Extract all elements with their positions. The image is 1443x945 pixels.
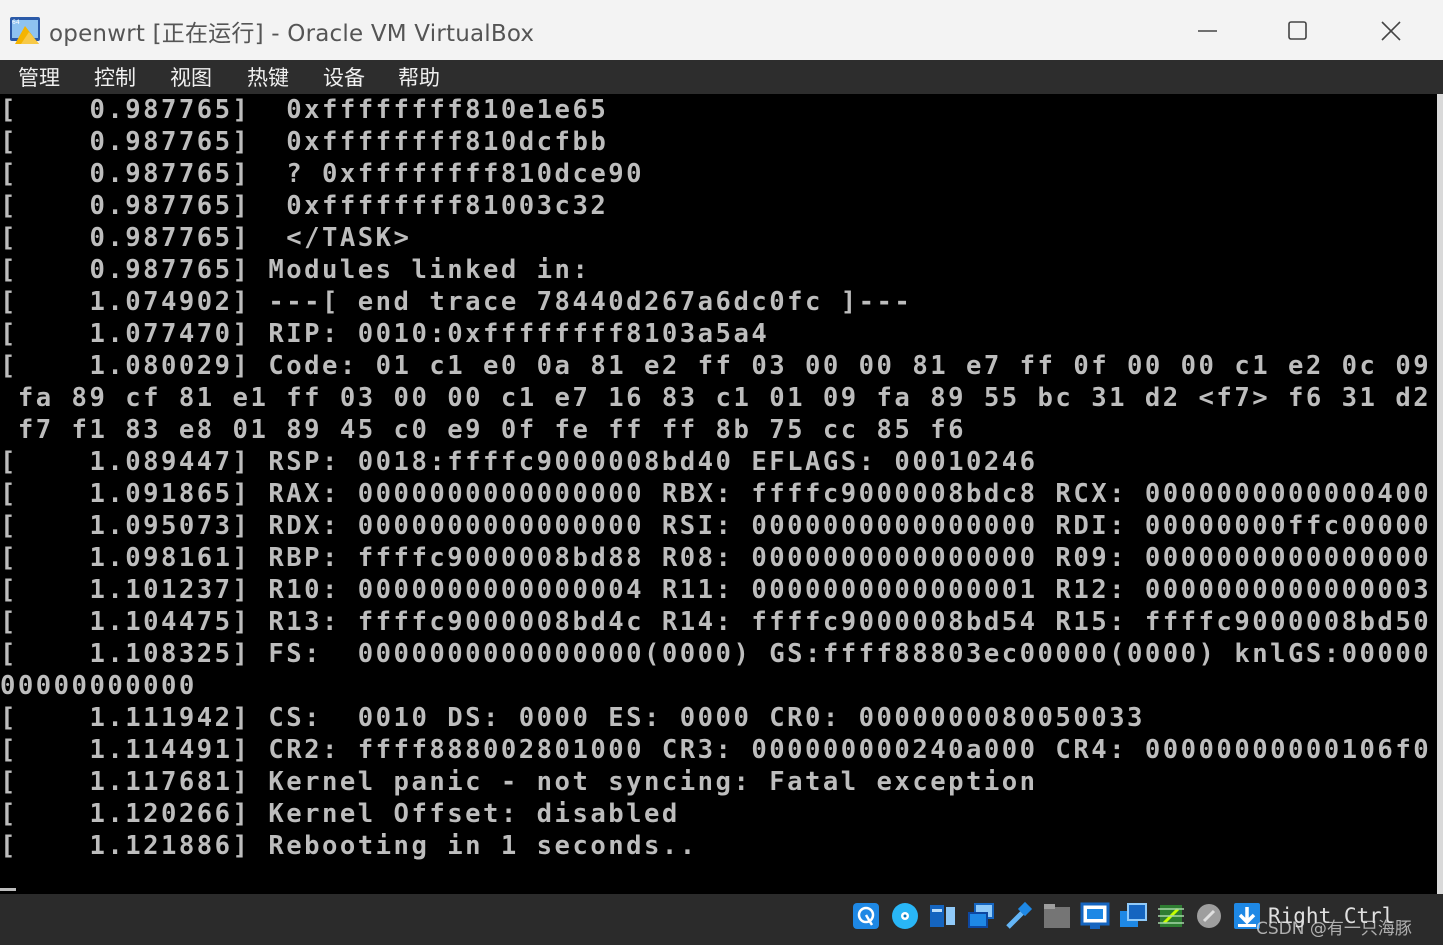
usb-icon[interactable] (1004, 901, 1034, 931)
menu-manage[interactable]: 管理 (18, 62, 60, 92)
console-line: [ 1.074902] ---[ end trace 78440d267a6dc… (0, 287, 913, 317)
console-line: [ 0.987765] ? 0xffffffff810dce90 (0, 159, 644, 189)
menu-bar: 管理 控制 视图 热键 设备 帮助 (0, 60, 1443, 94)
video-capture-icon[interactable] (1118, 901, 1148, 931)
window-title: openwrt [正在运行] - Oracle VM VirtualBox (49, 21, 535, 47)
maximize-icon[interactable] (1273, 10, 1323, 50)
vm-console-screen[interactable]: [ 0.987765] 0xffffffff810e1e65 [ 0.98776… (0, 94, 1437, 894)
text-cursor (0, 888, 16, 891)
console-line: fa 89 cf 81 e1 ff 03 00 00 c1 e7 16 83 c… (0, 383, 1432, 413)
console-line: [ 1.104475] R13: ffffc9000008bd4c R14: f… (0, 607, 1432, 637)
svg-text:64: 64 (12, 19, 20, 26)
minimize-icon[interactable] (1182, 10, 1232, 50)
console-line: [ 1.117681] Kernel panic - not syncing: … (0, 767, 1038, 797)
title-bar: 64 openwrt [正在运行] - Oracle VM VirtualBox (0, 0, 1443, 61)
console-line: [ 1.095073] RDX: 0000000000000000 RSI: 0… (0, 511, 1432, 541)
console-line: [ 1.114491] CR2: ffff888002801000 CR3: 0… (0, 735, 1432, 765)
console-line: [ 1.098161] RBP: ffffc9000008bd88 R08: 0… (0, 543, 1432, 573)
console-line: [ 0.987765] </TASK> (0, 223, 412, 253)
network-icon[interactable] (966, 901, 996, 931)
console-line: [ 1.121886] Rebooting in 1 seconds.. (0, 831, 698, 861)
console-line: 00000000000 (0, 671, 197, 701)
menu-view[interactable]: 视图 (170, 62, 212, 92)
hard-disk-icon[interactable] (851, 901, 881, 931)
cpu-icon[interactable] (1156, 901, 1186, 931)
menu-help[interactable]: 帮助 (398, 62, 440, 92)
console-line: [ 1.101237] R10: 0000000000000004 R11: 0… (0, 575, 1432, 605)
console-line: [ 0.987765] 0xffffffff81003c32 (0, 191, 609, 221)
audio-icon[interactable] (928, 901, 958, 931)
console-line: [ 0.987765] 0xffffffff810e1e65 (0, 95, 609, 125)
menu-control[interactable]: 控制 (94, 62, 136, 92)
console-line: [ 1.080029] Code: 01 c1 e0 0a 81 e2 ff 0… (0, 351, 1432, 381)
console-line: [ 1.108325] FS: 0000000000000000(0000) G… (0, 639, 1432, 669)
virtualbox-app-icon: 64 (10, 17, 40, 44)
menu-devices[interactable]: 设备 (323, 62, 365, 92)
status-bar (0, 894, 1443, 945)
console-line: f7 f1 83 e8 01 89 45 c0 e9 0f fe ff ff 8… (0, 415, 966, 445)
menu-hotkeys[interactable]: 热键 (247, 62, 289, 92)
console-line: [ 0.987765] Modules linked in: (0, 255, 591, 285)
console-line: [ 1.091865] RAX: 0000000000000000 RBX: f… (0, 479, 1432, 509)
console-line: [ 0.987765] 0xffffffff810dcfbb (0, 127, 609, 157)
display-icon[interactable] (1080, 901, 1110, 931)
console-line: [ 1.120266] Kernel Offset: disabled (0, 799, 680, 829)
mouse-integration-icon[interactable] (1194, 901, 1224, 931)
shared-folders-icon[interactable] (1042, 901, 1072, 931)
optical-drive-icon[interactable] (890, 901, 920, 931)
close-icon[interactable] (1366, 10, 1416, 50)
window-border (1437, 94, 1443, 894)
console-line: [ 1.077470] RIP: 0010:0xffffffff8103a5a4 (0, 319, 770, 349)
console-line: [ 1.089447] RSP: 0018:ffffc9000008bd40 E… (0, 447, 1038, 477)
watermark: CSDN @有一只海豚 (1256, 919, 1412, 939)
console-line: [ 1.111942] CS: 0010 DS: 0000 ES: 0000 C… (0, 703, 1145, 733)
